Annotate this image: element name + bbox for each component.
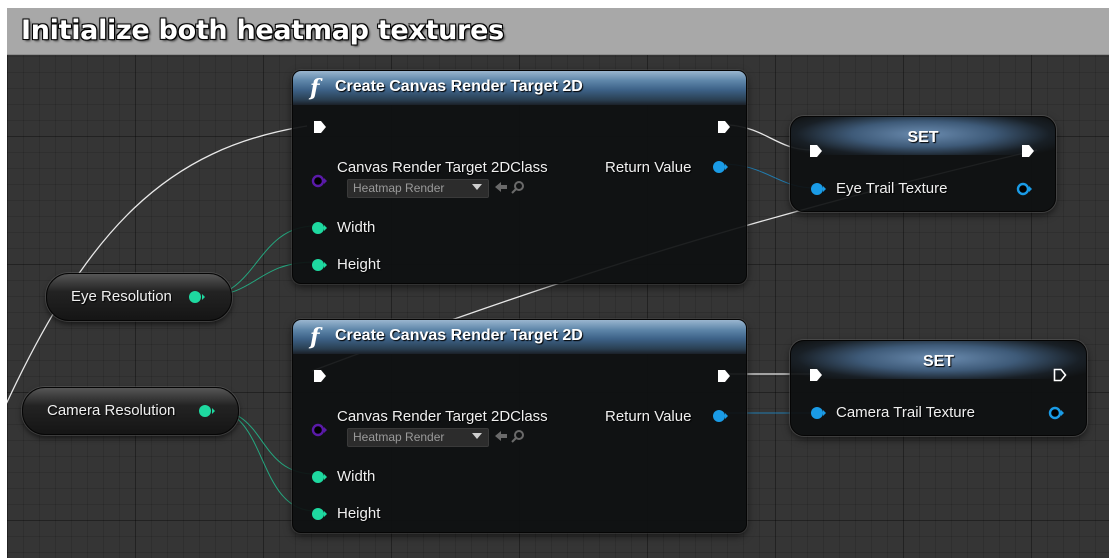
class-pin-icon[interactable] bbox=[311, 174, 327, 188]
camera-resolution-label: Camera Resolution bbox=[47, 402, 176, 419]
exec-in-pin-icon[interactable] bbox=[809, 368, 823, 382]
object-in-pin-icon[interactable] bbox=[810, 406, 826, 420]
use-selected-icon[interactable] bbox=[494, 430, 508, 442]
exec-in-pin-icon[interactable] bbox=[313, 369, 327, 383]
function-icon: f bbox=[310, 324, 320, 350]
struct-pin-icon[interactable] bbox=[189, 290, 205, 304]
node-title: Create Canvas Render Target 2D bbox=[335, 78, 583, 95]
class-dropdown[interactable]: Heatmap Render bbox=[347, 179, 489, 198]
camera-resolution-node[interactable]: Camera Resolution bbox=[22, 387, 239, 435]
eye-resolution-label: Eye Resolution bbox=[71, 288, 172, 305]
return-value-label: Return Value bbox=[605, 159, 692, 176]
height-pin-icon[interactable] bbox=[311, 258, 327, 272]
class-pin-icon[interactable] bbox=[311, 423, 327, 437]
set-node-title: SET bbox=[922, 353, 955, 370]
object-out-pin-icon[interactable] bbox=[712, 409, 728, 423]
object-out-pin-icon[interactable] bbox=[712, 160, 728, 174]
class-pin-label: Canvas Render Target 2DClass bbox=[337, 159, 548, 176]
node-header[interactable]: f Create Canvas Render Target 2D bbox=[293, 320, 746, 354]
exec-in-pin-icon[interactable] bbox=[809, 144, 823, 158]
exec-out-pin-icon[interactable] bbox=[1053, 368, 1067, 382]
node-title: Create Canvas Render Target 2D bbox=[335, 327, 583, 344]
width-label: Width bbox=[337, 468, 376, 485]
browse-icon[interactable] bbox=[511, 180, 525, 194]
class-dropdown[interactable]: Heatmap Render bbox=[347, 428, 489, 447]
object-out-pin-icon[interactable] bbox=[1016, 182, 1032, 196]
return-value-label: Return Value bbox=[605, 408, 692, 425]
browse-icon[interactable] bbox=[511, 429, 525, 443]
class-dropdown-value: Heatmap Render bbox=[353, 181, 445, 195]
struct-pin-icon[interactable] bbox=[199, 404, 215, 418]
function-icon: f bbox=[310, 75, 320, 101]
width-label: Width bbox=[337, 219, 376, 236]
class-dropdown-value: Heatmap Render bbox=[353, 430, 445, 444]
height-label: Height bbox=[337, 505, 381, 522]
object-in-pin-icon[interactable] bbox=[810, 182, 826, 196]
set-variable-label: Camera Trail Texture bbox=[836, 404, 975, 421]
dropdown-arrow-icon bbox=[472, 184, 482, 190]
node-header[interactable]: f Create Canvas Render Target 2D bbox=[293, 71, 746, 105]
exec-out-pin-icon[interactable] bbox=[717, 120, 731, 134]
exec-out-pin-icon[interactable] bbox=[717, 369, 731, 383]
eye-resolution-node[interactable]: Eye Resolution bbox=[46, 273, 232, 321]
create-render-target-node[interactable]: f Create Canvas Render Target 2D Canvas … bbox=[292, 70, 747, 284]
exec-in-pin-icon[interactable] bbox=[313, 120, 327, 134]
object-out-pin-icon[interactable] bbox=[1048, 406, 1064, 420]
exec-out-pin-icon[interactable] bbox=[1021, 144, 1035, 158]
dropdown-arrow-icon bbox=[472, 433, 482, 439]
height-label: Height bbox=[337, 256, 381, 273]
width-pin-icon[interactable] bbox=[311, 221, 327, 235]
set-camera-trail-texture-node[interactable]: SET Camera Trail Texture bbox=[790, 340, 1087, 436]
width-pin-icon[interactable] bbox=[311, 470, 327, 484]
use-selected-icon[interactable] bbox=[494, 181, 508, 193]
set-node-title: SET bbox=[907, 129, 939, 146]
comment-header[interactable]: Initialize both heatmap textures bbox=[7, 8, 1109, 55]
set-eye-trail-texture-node[interactable]: SET Eye Trail Texture bbox=[790, 116, 1056, 212]
class-pin-label: Canvas Render Target 2DClass bbox=[337, 408, 548, 425]
create-render-target-node[interactable]: f Create Canvas Render Target 2D Canvas … bbox=[292, 319, 747, 533]
height-pin-icon[interactable] bbox=[311, 507, 327, 521]
blueprint-graph[interactable]: Initialize both heatmap textures Eye Res… bbox=[7, 8, 1109, 558]
comment-title: Initialize both heatmap textures bbox=[21, 15, 504, 46]
set-variable-label: Eye Trail Texture bbox=[836, 180, 948, 197]
exec-wire bbox=[7, 125, 308, 404]
